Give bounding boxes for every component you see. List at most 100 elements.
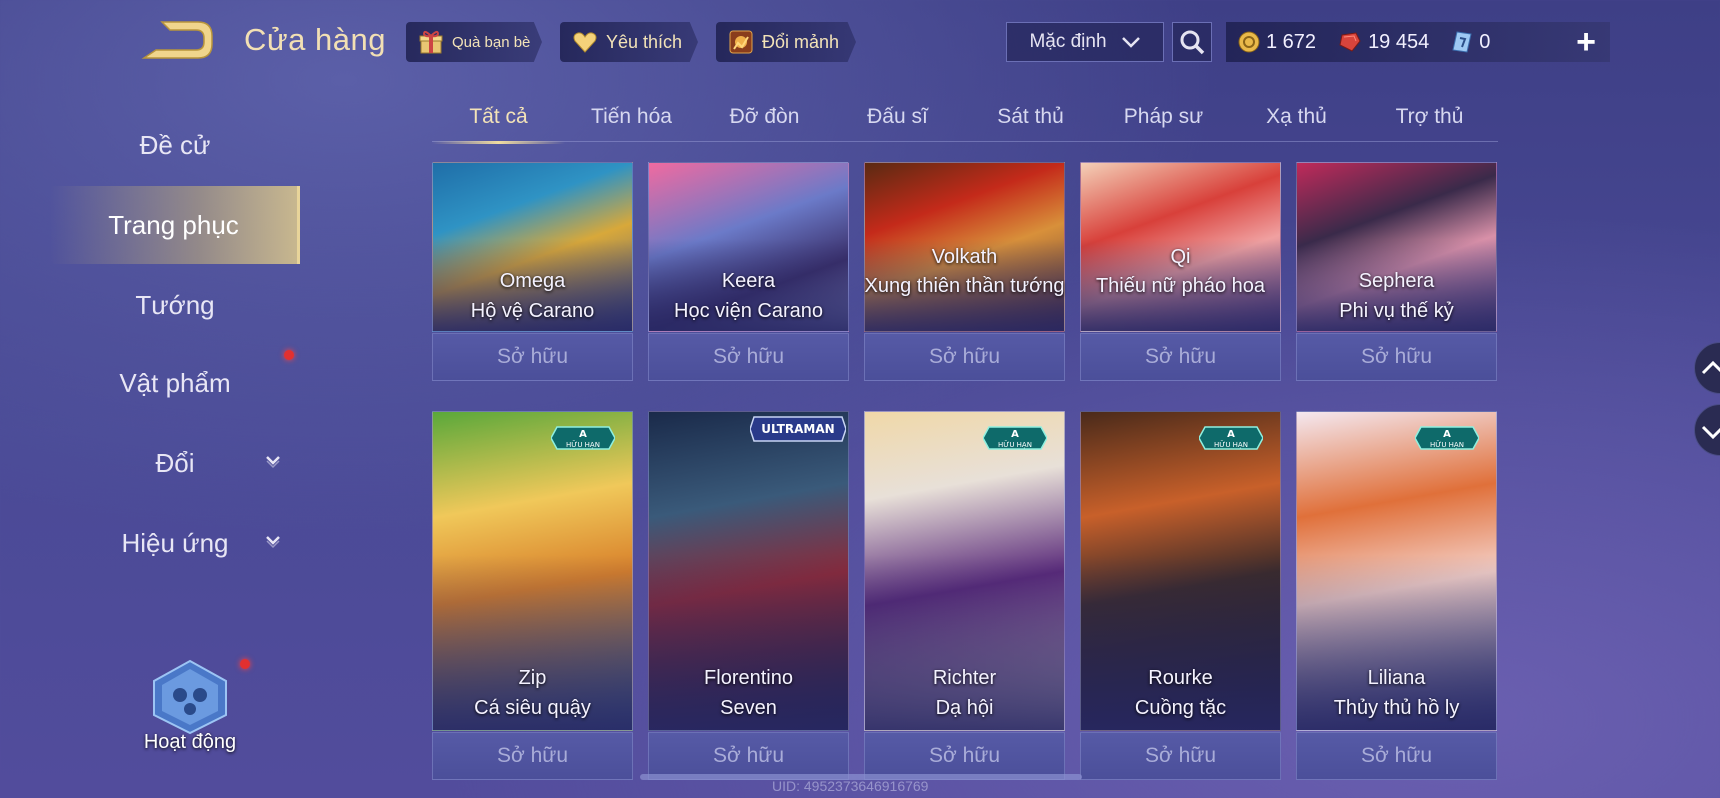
owned-label: Sở hữu bbox=[496, 345, 569, 368]
owned-label: Sở hữu bbox=[496, 744, 569, 767]
skin-name: Thủy thủ hồ ly bbox=[1333, 697, 1460, 719]
tab-label: Pháp sư bbox=[1123, 105, 1204, 128]
heart-icon bbox=[572, 29, 598, 55]
voucher-currency: 0 bbox=[1451, 30, 1490, 54]
badge-rank: A bbox=[1227, 429, 1235, 440]
tab-label: Trợ thủ bbox=[1395, 105, 1464, 128]
hero-name: Zip bbox=[518, 667, 547, 689]
sidebar-item-effects[interactable]: Hiệu ứng bbox=[50, 504, 300, 582]
tab-all[interactable]: Tất cả bbox=[432, 92, 565, 144]
owned-status: Sở hữu bbox=[1080, 333, 1281, 381]
skin-name: Dạ hội bbox=[935, 697, 994, 719]
badge-text: ULTRAMAN bbox=[761, 422, 834, 436]
owned-status: Sở hữu bbox=[864, 732, 1065, 780]
sidebar-item-heroes[interactable]: Tướng bbox=[50, 266, 300, 344]
sidebar-item-label: Vật phẩm bbox=[119, 367, 231, 398]
tab-label: Tiến hóa bbox=[591, 105, 672, 128]
chevron-down-icon bbox=[1121, 37, 1140, 48]
skin-name: Seven bbox=[720, 697, 777, 719]
fragment-icon bbox=[728, 29, 754, 55]
activity-button[interactable]: Hoạt động bbox=[130, 655, 250, 775]
tab-label: Tất cả bbox=[469, 105, 528, 128]
favorites-button[interactable]: Yêu thích bbox=[560, 22, 698, 62]
sidebar-item-items[interactable]: Vật phẩm bbox=[50, 344, 300, 422]
currency-bar: 1 672 19 454 0 bbox=[1226, 22, 1610, 62]
owned-status: Sở hữu bbox=[1296, 333, 1497, 381]
limited-badge-icon: AHỮU HẠN bbox=[551, 426, 615, 450]
search-button[interactable] bbox=[1172, 22, 1212, 62]
hero-name: Volkath bbox=[931, 246, 998, 268]
tab-label: Sát thủ bbox=[997, 105, 1064, 128]
add-currency-button[interactable]: + bbox=[1566, 22, 1606, 62]
exchange-fragments-button[interactable]: Đổi mảnh bbox=[716, 22, 856, 62]
scroll-up-button[interactable] bbox=[1694, 342, 1720, 394]
sidebar-item-label: Đề cử bbox=[139, 129, 211, 160]
friend-gift-label: Quà bạn bè bbox=[452, 33, 531, 51]
badge-rank: A bbox=[1011, 429, 1019, 440]
skin-name: Thiếu nữ pháo hoa bbox=[1095, 275, 1266, 297]
limited-badge-icon: AHỮU HẠN bbox=[1415, 426, 1479, 450]
hero-name: Liliana bbox=[1367, 667, 1426, 689]
skin-name: Xung thiên thần tướng bbox=[864, 275, 1065, 297]
sidebar-item-recommended[interactable]: Đề cử bbox=[50, 106, 300, 184]
sidebar-item-exchange[interactable]: Đổi bbox=[50, 424, 300, 502]
back-button[interactable] bbox=[140, 18, 216, 62]
sort-dropdown[interactable]: Mặc định bbox=[1006, 22, 1164, 62]
friend-gift-button[interactable]: Quà bạn bè bbox=[406, 22, 542, 62]
sidebar-item-label: Tướng bbox=[135, 289, 215, 320]
sidebar-item-label: Trang phục bbox=[108, 209, 239, 240]
activity-label: Hoạt động bbox=[143, 731, 237, 753]
exchange-fragments-label: Đổi mảnh bbox=[762, 31, 840, 52]
owned-status: Sở hữu bbox=[648, 732, 849, 780]
favorites-label: Yêu thích bbox=[606, 31, 683, 52]
owned-label: Sở hữu bbox=[928, 744, 1001, 767]
activity-icon bbox=[153, 659, 227, 735]
owned-label: Sở hữu bbox=[1360, 744, 1433, 767]
ruby-currency: 19 454 bbox=[1338, 31, 1429, 54]
sidebar-item-skins[interactable]: Trang phục bbox=[50, 186, 300, 264]
hero-name: Sephera bbox=[1358, 270, 1435, 292]
chevron-down-icon bbox=[1701, 425, 1720, 440]
badge-text: HỮU HẠN bbox=[1214, 440, 1248, 449]
owned-status: Sở hữu bbox=[648, 333, 849, 381]
gift-icon bbox=[418, 29, 444, 55]
owned-status: Sở hữu bbox=[1080, 732, 1281, 780]
sidebar-item-label: Đổi bbox=[155, 447, 195, 478]
hero-name: Keera bbox=[721, 270, 776, 292]
notification-dot bbox=[240, 659, 250, 669]
gold-amount: 1 672 bbox=[1266, 30, 1317, 53]
owned-status: Sở hữu bbox=[864, 333, 1065, 381]
skin-grid: Omega Hộ vệ Carano Sở hữu Keera Học viện… bbox=[432, 162, 1498, 782]
ruby-amount: 19 454 bbox=[1368, 30, 1430, 53]
chevron-down-icon bbox=[266, 536, 280, 549]
tab-tank[interactable]: Đỡ đòn bbox=[698, 92, 831, 142]
scroll-down-button[interactable] bbox=[1694, 404, 1720, 456]
hero-name: Rourke bbox=[1148, 667, 1213, 689]
chevron-down-icon bbox=[266, 456, 280, 469]
tab-label: Xạ thủ bbox=[1266, 105, 1327, 128]
ultraman-badge-icon: ULTRAMAN bbox=[750, 416, 846, 442]
hero-name: Qi bbox=[1170, 246, 1191, 268]
owned-label: Sở hữu bbox=[928, 345, 1001, 368]
gold-coin-icon bbox=[1238, 31, 1260, 53]
tab-assassin[interactable]: Sát thủ bbox=[964, 92, 1097, 142]
owned-label: Sở hữu bbox=[712, 345, 785, 368]
tab-evolution[interactable]: Tiến hóa bbox=[565, 92, 698, 142]
limited-badge-icon: AHỮU HẠN bbox=[983, 426, 1047, 450]
skin-name: Học viện Carano bbox=[674, 300, 823, 322]
sidebar-item-label: Hiệu ứng bbox=[121, 527, 229, 558]
ruby-gem-icon bbox=[1339, 32, 1361, 52]
tab-mage[interactable]: Pháp sư bbox=[1097, 92, 1230, 142]
tab-marksman[interactable]: Xạ thủ bbox=[1230, 92, 1363, 142]
tab-label: Đỡ đòn bbox=[729, 105, 800, 128]
badge-text: HỮU HẠN bbox=[998, 440, 1032, 449]
tab-support[interactable]: Trợ thủ bbox=[1363, 92, 1496, 142]
tab-fighter[interactable]: Đấu sĩ bbox=[831, 92, 964, 142]
top-bar: Cửa hàng Quà bạn bè Yêu thích Đổi mảnh M… bbox=[0, 0, 1720, 80]
search-icon bbox=[1180, 30, 1205, 55]
chevron-up-icon bbox=[1701, 360, 1720, 375]
owned-label: Sở hữu bbox=[1360, 345, 1433, 368]
sort-selected-value: Mặc định bbox=[1029, 31, 1107, 52]
skin-name: Phi vụ thế kỷ bbox=[1339, 300, 1454, 322]
owned-status: Sở hữu bbox=[1296, 732, 1497, 780]
